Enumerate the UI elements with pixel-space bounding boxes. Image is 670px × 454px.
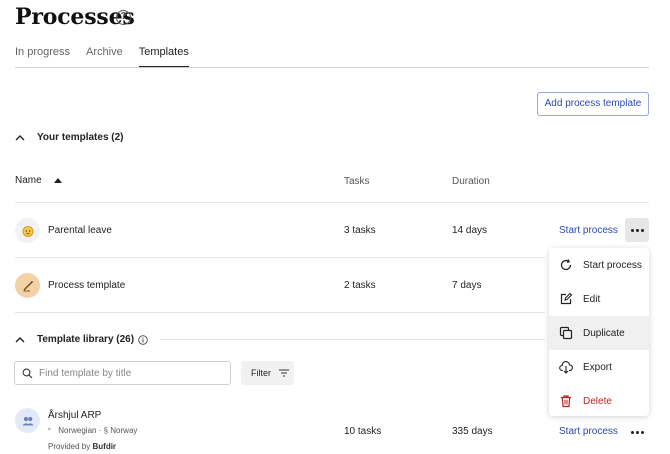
template-library-header[interactable]: Template library (26) xyxy=(15,334,148,345)
info-icon[interactable] xyxy=(138,334,148,345)
column-header-tasks: Tasks xyxy=(344,176,370,187)
context-menu: Start process Edit Duplicate Export Dele… xyxy=(549,248,649,416)
library-template-name[interactable]: Årshjul ARP xyxy=(48,410,101,421)
row-divider xyxy=(15,257,545,258)
your-templates-heading: Your templates (2) xyxy=(37,132,124,143)
menu-item-delete[interactable]: Delete xyxy=(549,384,649,418)
more-options-button[interactable] xyxy=(625,218,649,242)
pen-writing-icon xyxy=(15,273,40,298)
filter-button[interactable]: Filter xyxy=(241,361,294,385)
export-icon xyxy=(559,361,573,374)
translate-icon: ᴬ xyxy=(48,427,51,434)
template-duration: 7 days xyxy=(452,280,482,291)
template-tasks: 3 tasks xyxy=(344,225,376,236)
trash-icon xyxy=(561,395,571,408)
menu-item-duplicate[interactable]: Duplicate xyxy=(549,316,649,350)
menu-item-start-process[interactable]: Start process xyxy=(549,248,649,282)
tab-templates[interactable]: Templates xyxy=(138,46,189,68)
library-template-meta: ᴬ Norwegian · § Norway xyxy=(48,426,138,435)
question-circle-icon[interactable]: ? xyxy=(116,10,131,25)
template-tasks: 2 tasks xyxy=(344,280,376,291)
edit-icon xyxy=(560,292,573,305)
tab-bar: In progress Archive Templates xyxy=(15,46,205,68)
template-duration: 14 days xyxy=(452,225,488,236)
column-header-duration: Duration xyxy=(452,176,490,187)
sort-ascending-icon xyxy=(54,178,63,184)
add-process-template-button[interactable]: Add process template xyxy=(537,92,649,116)
search-icon xyxy=(22,368,33,379)
menu-item-export[interactable]: Export xyxy=(549,350,649,384)
column-header-name[interactable]: Name xyxy=(15,175,63,186)
library-template-tasks: 10 tasks xyxy=(344,426,382,437)
template-name[interactable]: Process template xyxy=(48,280,125,291)
tab-in-progress[interactable]: In progress xyxy=(15,46,70,68)
menu-item-edit[interactable]: Edit xyxy=(549,282,649,316)
search-input-container[interactable] xyxy=(14,361,231,385)
template-library-heading: Template library (26) xyxy=(37,334,135,345)
start-process-link[interactable]: Start process xyxy=(559,225,618,236)
library-template-duration: 335 days xyxy=(452,426,493,437)
tabs-divider xyxy=(15,67,649,68)
people-icon xyxy=(15,408,40,433)
duplicate-icon xyxy=(559,326,573,340)
row-divider xyxy=(15,312,545,313)
header-divider xyxy=(15,202,649,203)
more-options-button[interactable] xyxy=(625,420,649,444)
search-input[interactable] xyxy=(39,366,224,381)
section-divider xyxy=(160,339,545,340)
library-template-provider: Provided by Bufdir xyxy=(48,442,117,451)
chevron-up-icon xyxy=(15,336,25,342)
chevron-up-icon xyxy=(15,134,25,140)
tab-archive[interactable]: Archive xyxy=(86,46,123,68)
filter-label: Filter xyxy=(251,368,271,378)
filter-icon xyxy=(279,369,289,377)
start-process-link[interactable]: Start process xyxy=(559,426,618,437)
refresh-icon xyxy=(560,259,572,271)
baby-face-icon xyxy=(15,218,40,243)
template-name[interactable]: Parental leave xyxy=(48,225,112,236)
svg-text:ᴬ: ᴬ xyxy=(48,427,51,434)
your-templates-header[interactable]: Your templates (2) xyxy=(15,132,124,143)
